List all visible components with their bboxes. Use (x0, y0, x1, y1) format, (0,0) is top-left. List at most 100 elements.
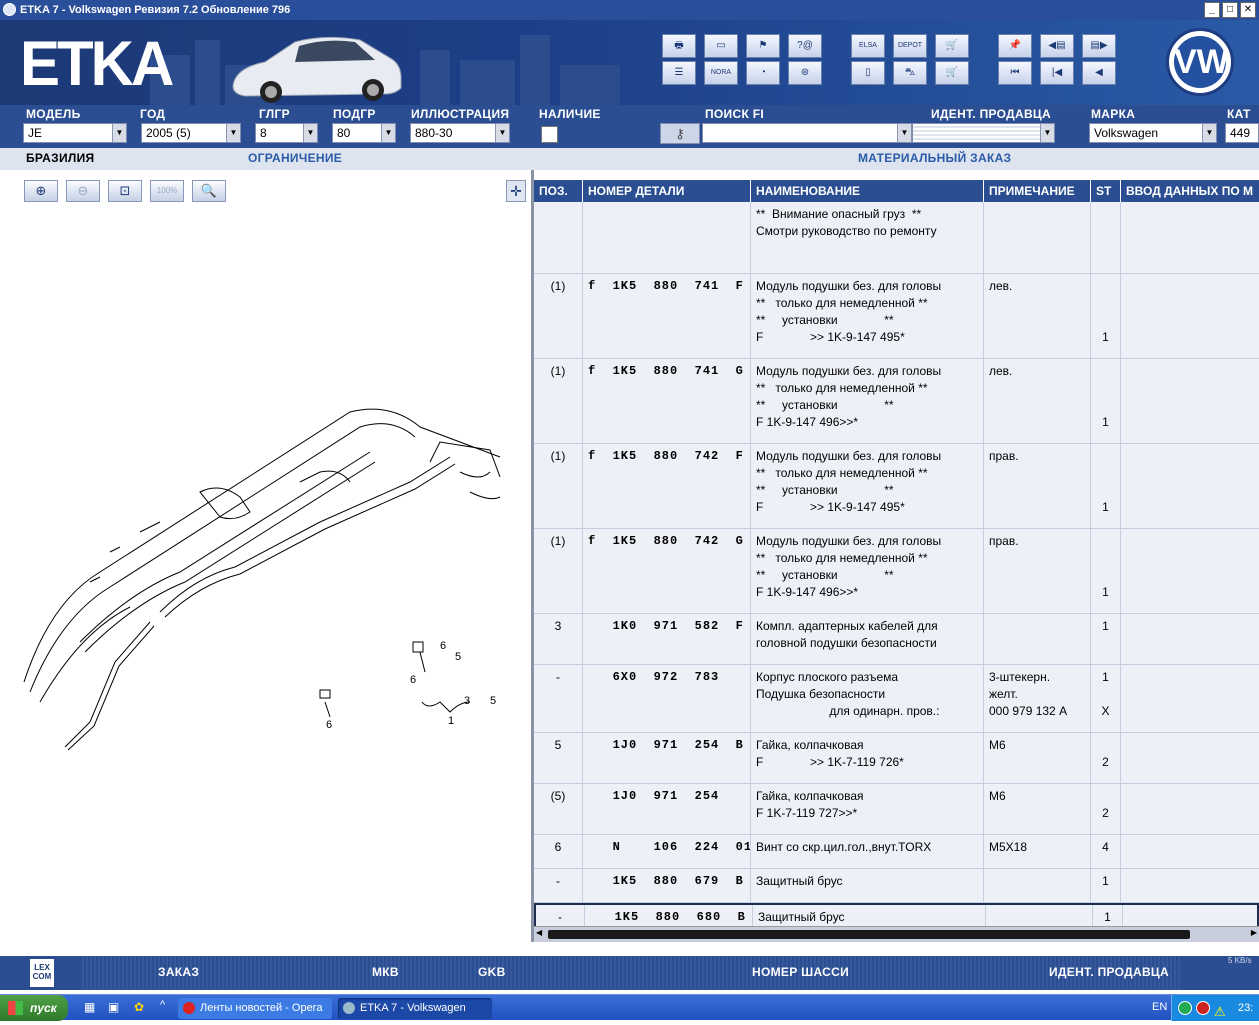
col-data-input[interactable]: ВВОД ДАННЫХ ПО М (1121, 180, 1259, 202)
magnifier-icon[interactable]: 🔍 (192, 180, 226, 202)
bottom-bar: LEX COM ЗАКАЗ МКВ GKB НОМЕР ШАССИ ИДЕНТ.… (0, 956, 1259, 990)
pos-cell: 5 (534, 733, 583, 783)
table-row[interactable]: (5) 1J0 971 254 Гайка, колпачковая F 1K-7… (534, 784, 1259, 835)
search-fi-select[interactable]: ▼ (702, 123, 912, 143)
part-number-cell: 1J0 971 254 (583, 784, 751, 834)
table-row[interactable]: (1) f 1K5 880 742 G Модуль подушки без. дл… (534, 529, 1259, 614)
help-email-icon[interactable]: ?@ (788, 34, 822, 58)
scroll-left-icon[interactable]: ◀ (536, 928, 542, 937)
first-icon[interactable]: ⏮ (998, 61, 1032, 85)
taskbar-etka[interactable]: ETKA 7 - Volkswagen (338, 998, 492, 1019)
table-row[interactable]: 6 N 106 224 01 Винт со скр.цил.гол.,внут.… (534, 835, 1259, 869)
sub-group-select[interactable]: 80 ▼ (332, 123, 396, 143)
key-icon[interactable]: ⚷ (660, 123, 700, 144)
chevron-down-icon: ▼ (112, 124, 126, 142)
st-cell: 1 (1091, 614, 1121, 664)
region-label: БРАЗИЛИЯ (26, 151, 95, 165)
col-name[interactable]: НАИМЕНОВАНИЕ (751, 180, 984, 202)
table-row[interactable]: (1) f 1K5 880 741 F Модуль подушки без. дл… (534, 274, 1259, 359)
split-toggle-icon[interactable]: ✛ (506, 180, 526, 202)
note-cell: прав. (984, 444, 1091, 528)
col-part-number[interactable]: НОМЕР ДЕТАЛИ (583, 180, 751, 202)
dealer-id-select[interactable]: ▼ (912, 123, 1055, 143)
depot-icon[interactable]: DEPOT (893, 34, 927, 58)
table-row[interactable]: (1) f 1K5 880 742 F Модуль подушки без. дл… (534, 444, 1259, 529)
taskbar-etka-label: ETKA 7 - Volkswagen (360, 1002, 466, 1014)
col-note[interactable]: ПРИМЕЧАНИЕ (984, 180, 1091, 202)
zoom-out-icon[interactable]: ⊖ (66, 180, 100, 202)
elsa-icon[interactable]: ELSA (851, 34, 885, 58)
zoom-in-icon[interactable]: ⊕ (24, 180, 58, 202)
minimize-button[interactable]: _ (1204, 2, 1220, 18)
tray-warning-icon[interactable]: ⚠ (1214, 999, 1226, 1025)
restriction-link[interactable]: ОГРАНИЧЕНИЕ (248, 151, 342, 165)
back-first-icon[interactable]: |◀ (1040, 61, 1074, 85)
main-group-select[interactable]: 8 ▼ (255, 123, 318, 143)
table-row[interactable]: 3 1K0 971 582 F Компл. адаптерных кабелей… (534, 614, 1259, 665)
gauge-icon[interactable]: ◔ (746, 61, 780, 85)
maximize-button[interactable]: □ (1222, 2, 1238, 18)
wheel-icon[interactable]: ⊛ (788, 61, 822, 85)
quicklaunch-desktop-icon[interactable]: ▦ (84, 1000, 95, 1014)
illustration-select[interactable]: 880-30 ▼ (410, 123, 510, 143)
chevron-down-icon: ▼ (303, 124, 317, 142)
material-order-link[interactable]: МАТЕРИАЛЬНЫЙ ЗАКАЗ (858, 151, 1011, 165)
brand-select[interactable]: Volkswagen ▼ (1089, 123, 1217, 143)
table-row[interactable]: 5 1J0 971 254 B Гайка, колпачковая F >> 1… (534, 733, 1259, 784)
dealer-id-button[interactable]: ИДЕНТ. ПРОДАВЦА (1049, 965, 1169, 979)
prev-page-icon[interactable]: ◀▤ (1040, 34, 1074, 58)
cart-icon[interactable]: 🛒 (935, 61, 969, 85)
order-button[interactable]: ЗАКАЗ (158, 965, 199, 979)
close-button[interactable]: ✕ (1240, 2, 1256, 18)
st-cell: 2 (1091, 733, 1121, 783)
table-row[interactable]: (1) f 1K5 880 741 G Модуль подушки без. дл… (534, 359, 1259, 444)
table-row[interactable]: - 1K5 880 680 B Защитный брус 1 (534, 903, 1259, 926)
table-row[interactable]: ** Внимание опасный груз ** Смотри руков… (534, 202, 1259, 274)
print-icon[interactable]: 🖶 (662, 34, 696, 58)
next-page-icon[interactable]: ▤▶ (1082, 34, 1116, 58)
scroll-right-icon[interactable]: ▶ (1251, 928, 1257, 937)
table-row[interactable]: - 1K5 880 679 B Защитный брус 1 (534, 869, 1259, 903)
gkb-button[interactable]: GKB (478, 965, 506, 979)
handshake-icon[interactable]: ⚑ (746, 34, 780, 58)
col-st[interactable]: ST (1091, 180, 1121, 202)
svg-text:3: 3 (464, 695, 470, 707)
list-icon[interactable]: ☰ (662, 61, 696, 85)
model-select[interactable]: JE ▼ (23, 123, 127, 143)
part-number-cell (583, 202, 751, 273)
zoom-area-icon[interactable]: ⊡ (108, 180, 142, 202)
data-input-cell (1121, 835, 1259, 868)
scrollbar-thumb[interactable] (548, 930, 1190, 939)
year-select[interactable]: 2005 (5) ▼ (141, 123, 241, 143)
zoom-all-icon[interactable]: 100% (150, 180, 184, 202)
svg-text:6: 6 (326, 719, 332, 731)
nora-icon[interactable]: NORA (704, 61, 738, 85)
data-input-cell (1121, 784, 1259, 834)
mkv-button[interactable]: МКВ (372, 965, 399, 979)
system-tray: ⚠ 23: (1171, 995, 1259, 1021)
quicklaunch-explorer-icon[interactable]: ▣ (108, 1000, 119, 1014)
taskbar-opera[interactable]: Ленты новостей - Opera (178, 998, 332, 1019)
language-indicator[interactable]: EN (1152, 1001, 1167, 1013)
quicklaunch-expand-icon[interactable]: ^ (160, 999, 165, 1011)
cart-add-icon[interactable]: 🛒 (935, 34, 969, 58)
data-input-cell (1121, 869, 1259, 902)
col-pos[interactable]: ПОЗ. (534, 180, 583, 202)
monitor-icon[interactable]: ▭ (704, 34, 738, 58)
quicklaunch-app-icon[interactable]: ✿ (134, 1000, 144, 1014)
horizontal-scrollbar[interactable]: ◀ ▶ (534, 926, 1259, 942)
tray-opera-icon[interactable] (1196, 1001, 1210, 1015)
start-button[interactable]: пуск (0, 995, 68, 1021)
back-icon[interactable]: ◀ (1082, 61, 1116, 85)
chassis-number-button[interactable]: НОМЕР ШАССИ (752, 965, 849, 979)
parts-diagram[interactable]: 1 3 5 5 6 6 6 6 6 (20, 402, 510, 752)
table-row[interactable]: - 6X0 972 783 Корпус плоского разъема Под… (534, 665, 1259, 733)
pin-icon[interactable]: 📌 (998, 34, 1032, 58)
tray-network-icon[interactable] (1178, 1001, 1192, 1015)
availability-checkbox[interactable] (541, 126, 558, 143)
lexcom-logo: LEX COM (30, 959, 54, 987)
device-icon[interactable]: ▯ (851, 61, 885, 85)
catalog-field[interactable]: 449 (1225, 123, 1259, 143)
svg-text:6: 6 (410, 674, 416, 686)
car-service-icon[interactable]: ⛍ (893, 61, 927, 85)
